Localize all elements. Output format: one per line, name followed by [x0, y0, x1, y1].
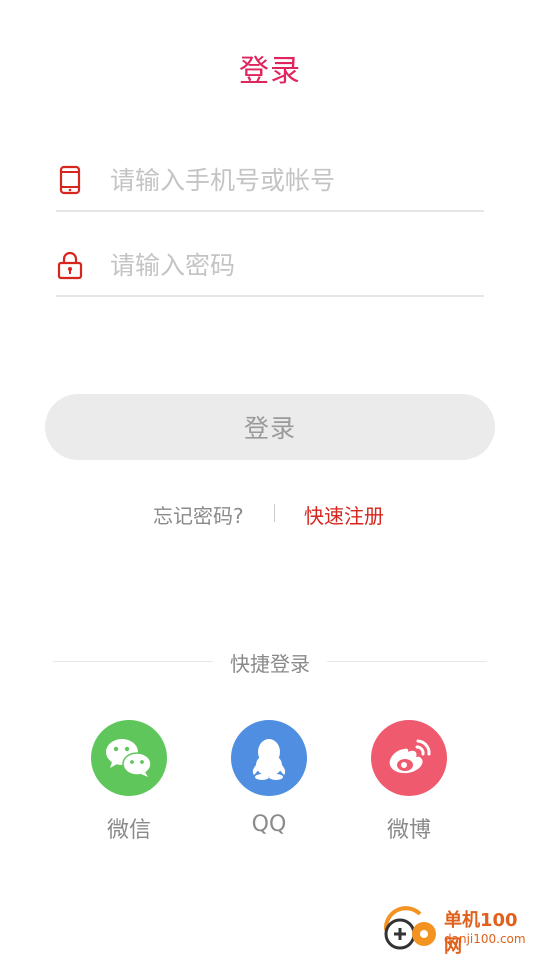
auth-links: 忘记密码? 快速注册 — [0, 500, 540, 530]
wechat-icon[interactable] — [91, 720, 167, 796]
qq-login-button[interactable]: QQ — [224, 720, 314, 837]
wechat-label: 微信 — [106, 818, 151, 843]
wechat-login-button[interactable]: 微信 — [84, 720, 174, 844]
weibo-icon[interactable] — [371, 720, 447, 796]
watermark-url: danji100.com — [444, 932, 526, 946]
login-button[interactable]: 登录 — [45, 394, 495, 460]
watermark: 单机100网 danji100.com — [380, 904, 532, 957]
account-field — [56, 150, 484, 212]
register-link[interactable]: 快速注册 — [304, 500, 384, 529]
quick-login-divider: 快捷登录 — [53, 648, 487, 676]
page-title: 登录 — [239, 54, 301, 89]
login-page: 登录 登录 忘记密码? 快速注册 快捷登 — [0, 0, 540, 960]
password-input[interactable] — [110, 250, 484, 280]
account-input[interactable] — [110, 165, 484, 195]
weibo-login-button[interactable]: 微博 — [364, 720, 454, 844]
lock-icon — [56, 248, 84, 282]
divider-line-right — [327, 661, 487, 662]
link-divider — [274, 504, 275, 522]
qq-icon[interactable] — [231, 720, 307, 796]
weibo-label: 微博 — [386, 818, 431, 843]
forgot-password-link[interactable]: 忘记密码? — [153, 500, 244, 529]
password-field — [56, 235, 484, 297]
watermark-logo-icon — [383, 906, 436, 950]
phone-icon — [56, 163, 84, 197]
qq-label: QQ — [251, 812, 287, 837]
quick-login-title: 快捷登录 — [230, 652, 310, 676]
